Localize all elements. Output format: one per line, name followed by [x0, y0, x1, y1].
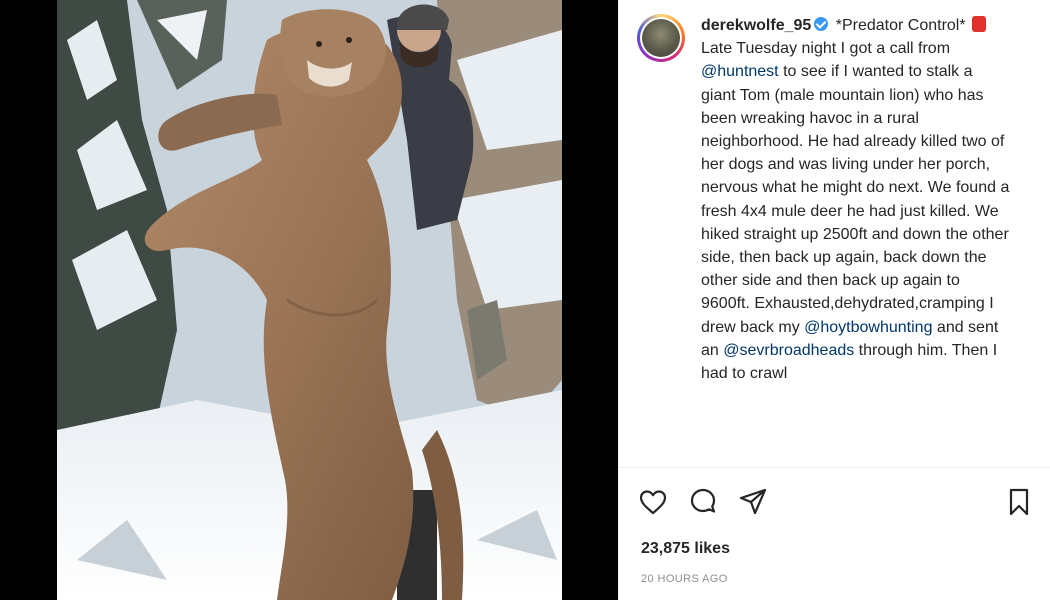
avatar[interactable]	[637, 14, 685, 62]
paper-plane-icon[interactable]	[737, 486, 769, 518]
verified-badge-icon	[814, 17, 829, 31]
mention-link-hoytbowhunting[interactable]: @hoytbowhunting	[804, 319, 932, 336]
comment-icon[interactable]	[687, 486, 719, 518]
media-pane	[0, 0, 618, 600]
action-bar	[637, 486, 1037, 518]
post-timestamp[interactable]: 20 HOURS AGO	[641, 573, 728, 585]
avatar-ring	[640, 17, 682, 59]
photo-illustration	[57, 0, 562, 600]
caption-text-2: Late Tuesday night I got a call from	[701, 40, 951, 58]
likes-count[interactable]: 23,875 likes	[641, 540, 730, 558]
post-side-panel: derekwolfe_95 *Predator Control* Late Tu…	[618, 0, 1050, 600]
instagram-post: derekwolfe_95 *Predator Control* Late Tu…	[0, 0, 1050, 600]
actions-divider	[619, 467, 1050, 468]
post-caption: derekwolfe_95 *Predator Control* Late Tu…	[701, 14, 1011, 467]
caption-text-3: to see if I wanted to stalk a giant Tom …	[701, 63, 1010, 336]
mention-link-sevrbroadheads[interactable]: @sevrbroadheads	[723, 342, 854, 359]
caption-area: derekwolfe_95 *Predator Control* Late Tu…	[619, 0, 1050, 467]
fire-extinguisher-emoji-icon	[972, 16, 987, 32]
post-photo[interactable]	[57, 0, 562, 600]
bookmark-icon[interactable]	[1003, 486, 1035, 518]
caption-text-1: *Predator Control*	[831, 17, 971, 34]
avatar-photo	[642, 19, 680, 57]
username-link[interactable]: derekwolfe_95	[701, 17, 811, 34]
heart-icon[interactable]	[637, 486, 669, 518]
mention-link-huntnest[interactable]: @huntnest	[701, 63, 779, 80]
